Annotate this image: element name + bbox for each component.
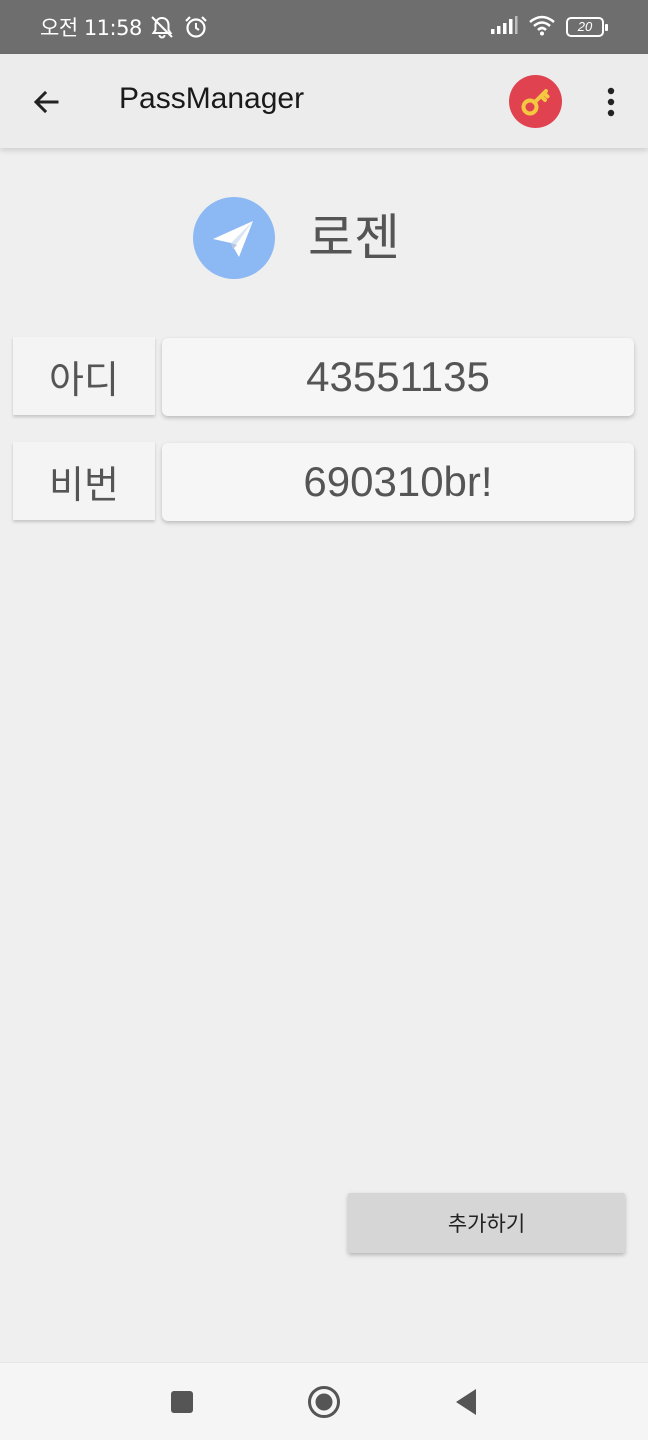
id-label: 아디 — [13, 337, 155, 415]
home-button[interactable] — [303, 1381, 345, 1423]
password-label: 비번 — [13, 442, 155, 520]
recent-apps-button[interactable] — [161, 1381, 203, 1423]
id-value[interactable]: 43551135 — [162, 338, 634, 416]
entry-icon — [193, 197, 275, 279]
more-vert-icon — [607, 87, 615, 117]
back-icon — [456, 1389, 476, 1415]
status-right: 20 — [490, 0, 608, 54]
status-left: 오전 11:58 — [40, 0, 210, 54]
add-button[interactable]: 추가하기 — [348, 1193, 625, 1253]
key-button[interactable] — [509, 75, 562, 128]
recent-apps-icon — [171, 1391, 193, 1413]
wifi-icon — [528, 14, 556, 40]
back-button[interactable] — [22, 78, 70, 126]
password-value[interactable]: 690310br! — [162, 443, 634, 521]
battery-icon: 20 — [566, 17, 608, 37]
more-options-button[interactable] — [594, 80, 628, 124]
back-nav-button[interactable] — [445, 1381, 487, 1423]
status-bar: 오전 11:58 20 — [0, 0, 648, 54]
entry-name: 로젠 — [308, 209, 400, 267]
nav-bar — [0, 1362, 648, 1440]
mute-icon — [148, 13, 176, 41]
signal-icon — [490, 15, 518, 39]
arrow-back-icon — [33, 90, 59, 114]
key-icon — [521, 88, 549, 115]
alarm-icon — [182, 13, 210, 41]
app-bar: PassManager — [0, 54, 648, 148]
paper-plane-icon — [213, 221, 253, 257]
status-time: 오전 11:58 — [40, 16, 142, 40]
app-title: PassManager — [119, 82, 305, 115]
home-icon — [308, 1386, 340, 1418]
